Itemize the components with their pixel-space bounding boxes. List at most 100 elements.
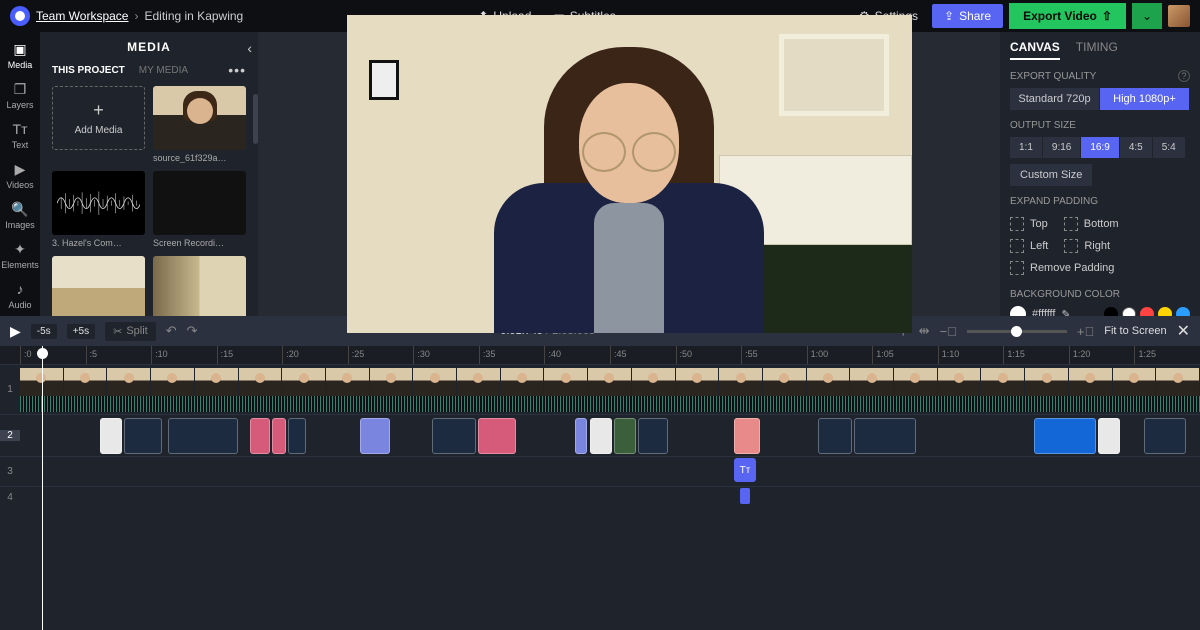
- media-thumb: [52, 256, 145, 316]
- redo-button[interactable]: ↷: [187, 323, 198, 339]
- play-button[interactable]: ▶: [10, 323, 21, 340]
- timeline-clip[interactable]: [168, 418, 238, 454]
- remove-padding[interactable]: Remove Padding: [1010, 257, 1190, 279]
- timeline-clip[interactable]: [638, 418, 668, 454]
- zoom-out-button[interactable]: −⃝: [940, 324, 957, 339]
- text-clip[interactable]: Tᴛ: [734, 458, 756, 482]
- fit-to-screen-button[interactable]: Fit to Screen: [1104, 325, 1166, 337]
- export-dropdown-button[interactable]: ⌄: [1132, 3, 1162, 29]
- media-item[interactable]: source_61f329a…: [153, 86, 246, 163]
- ruler-tick: :50: [676, 346, 693, 364]
- videos-icon: ▶: [11, 160, 29, 178]
- media-item[interactable]: Screen Recordi…: [153, 171, 246, 248]
- tab-media[interactable]: ▣Media: [8, 40, 33, 70]
- ratio-4-5[interactable]: 4:5: [1120, 137, 1153, 158]
- tab-images[interactable]: 🔍Images: [5, 200, 35, 230]
- swatch-black[interactable]: [1104, 307, 1118, 316]
- media-item[interactable]: Screen Recordi…: [52, 256, 145, 316]
- share-button[interactable]: ⇪ Share: [932, 4, 1003, 28]
- add-media-button[interactable]: +Add Media: [52, 86, 145, 163]
- ruler-tick: :45: [610, 346, 627, 364]
- timeline[interactable]: :0:5:10:15:20:25:30:35:40:45:50:551:001:…: [0, 346, 1200, 630]
- timeline-clip[interactable]: [360, 418, 390, 454]
- help-icon[interactable]: ?: [1178, 70, 1190, 82]
- quality-standard[interactable]: Standard 720p: [1010, 88, 1100, 110]
- swatch-red[interactable]: [1140, 307, 1154, 316]
- timeline-clip[interactable]: [575, 418, 587, 454]
- timeline-clip[interactable]: [478, 418, 516, 454]
- timeline-clip[interactable]: [740, 488, 750, 504]
- timeline-clip[interactable]: [250, 418, 270, 454]
- split-button[interactable]: ✂Split: [105, 322, 156, 341]
- tab-text[interactable]: TᴛText: [11, 120, 29, 150]
- clip-thumbnail: [1113, 368, 1157, 396]
- timeline-clip[interactable]: [854, 418, 916, 454]
- tab-layers[interactable]: ❐Layers: [6, 80, 33, 110]
- current-color-swatch[interactable]: [1010, 306, 1026, 316]
- collapse-panel-button[interactable]: ‹: [247, 40, 252, 56]
- media-item[interactable]: 3. Hazel's Com…: [52, 171, 145, 248]
- timeline-clip[interactable]: [1098, 418, 1120, 454]
- pad-left-label: Left: [1030, 240, 1048, 252]
- pad-top[interactable]: Top: [1010, 213, 1048, 235]
- magnet-button[interactable]: ⇹: [919, 323, 930, 339]
- timeline-track[interactable]: 4: [0, 486, 1200, 508]
- timeline-clip[interactable]: [288, 418, 306, 454]
- undo-button[interactable]: ↶: [166, 323, 177, 339]
- app-logo[interactable]: [10, 6, 30, 26]
- eyedropper-icon[interactable]: ✎: [1061, 308, 1075, 317]
- close-timeline-button[interactable]: ✕: [1177, 321, 1190, 341]
- avatar[interactable]: [1168, 5, 1190, 27]
- ratio-1-1[interactable]: 1:1: [1010, 137, 1043, 158]
- tab-elements[interactable]: ✦Elements: [1, 240, 39, 270]
- timeline-clip[interactable]: [1144, 418, 1186, 454]
- export-button[interactable]: Export Video ⇧: [1009, 3, 1126, 29]
- video-preview[interactable]: [347, 15, 912, 333]
- ratio-5-4[interactable]: 5:4: [1153, 137, 1186, 158]
- media-item[interactable]: kuwv3ucs: [153, 256, 246, 316]
- timeline-track[interactable]: 3 Tᴛ: [0, 456, 1200, 486]
- tab-videos[interactable]: ▶Videos: [6, 160, 33, 190]
- section-label: EXPORT QUALITY: [1010, 71, 1096, 82]
- zoom-in-button[interactable]: +⃝: [1077, 324, 1094, 339]
- timeline-clip[interactable]: [100, 418, 122, 454]
- timeline-clip[interactable]: [272, 418, 286, 454]
- skip-forward-button[interactable]: +5s: [67, 324, 95, 339]
- pad-bottom[interactable]: Bottom: [1064, 213, 1119, 235]
- quality-high[interactable]: High 1080p+: [1100, 88, 1190, 110]
- swatch-white[interactable]: [1122, 307, 1136, 316]
- skip-back-button[interactable]: -5s: [31, 324, 57, 339]
- media-tab-my-media[interactable]: MY MEDIA: [139, 65, 188, 76]
- color-hex[interactable]: #ffffff: [1032, 308, 1055, 316]
- breadcrumb-workspace[interactable]: Team Workspace: [36, 9, 128, 23]
- scrollbar[interactable]: [253, 94, 258, 144]
- timeline-clip[interactable]: [1034, 418, 1096, 454]
- timeline-clip[interactable]: [818, 418, 852, 454]
- pad-left[interactable]: Left: [1010, 235, 1048, 257]
- pad-right[interactable]: Right: [1064, 235, 1110, 257]
- slider-knob[interactable]: [1011, 326, 1022, 337]
- canvas[interactable]: [258, 32, 1000, 316]
- custom-size-button[interactable]: Custom Size: [1010, 164, 1092, 186]
- timeline-clip[interactable]: [432, 418, 476, 454]
- media-more-button[interactable]: •••: [228, 62, 246, 78]
- tab-audio[interactable]: ♪Audio: [8, 280, 31, 310]
- video-clip[interactable]: [20, 368, 1200, 412]
- tab-elements-label: Elements: [1, 260, 39, 270]
- tab-timing[interactable]: TIMING: [1076, 40, 1118, 60]
- zoom-slider[interactable]: [967, 330, 1067, 333]
- timeline-track[interactable]: 2: [0, 414, 1200, 456]
- timeline-clip[interactable]: [734, 418, 760, 454]
- media-tab-this-project[interactable]: THIS PROJECT: [52, 65, 125, 76]
- timeline-clip[interactable]: [124, 418, 162, 454]
- swatch-yellow[interactable]: [1158, 307, 1172, 316]
- timeline-clip[interactable]: [614, 418, 636, 454]
- tab-canvas[interactable]: CANVAS: [1010, 40, 1060, 60]
- timeline-track[interactable]: 1: [0, 364, 1200, 414]
- ratio-9-16[interactable]: 9:16: [1043, 137, 1081, 158]
- ratio-16-9[interactable]: 16:9: [1081, 137, 1119, 158]
- swatch-blue[interactable]: [1176, 307, 1190, 316]
- timeline-ruler[interactable]: :0:5:10:15:20:25:30:35:40:45:50:551:001:…: [0, 346, 1200, 364]
- playhead[interactable]: [42, 346, 43, 630]
- timeline-clip[interactable]: [590, 418, 612, 454]
